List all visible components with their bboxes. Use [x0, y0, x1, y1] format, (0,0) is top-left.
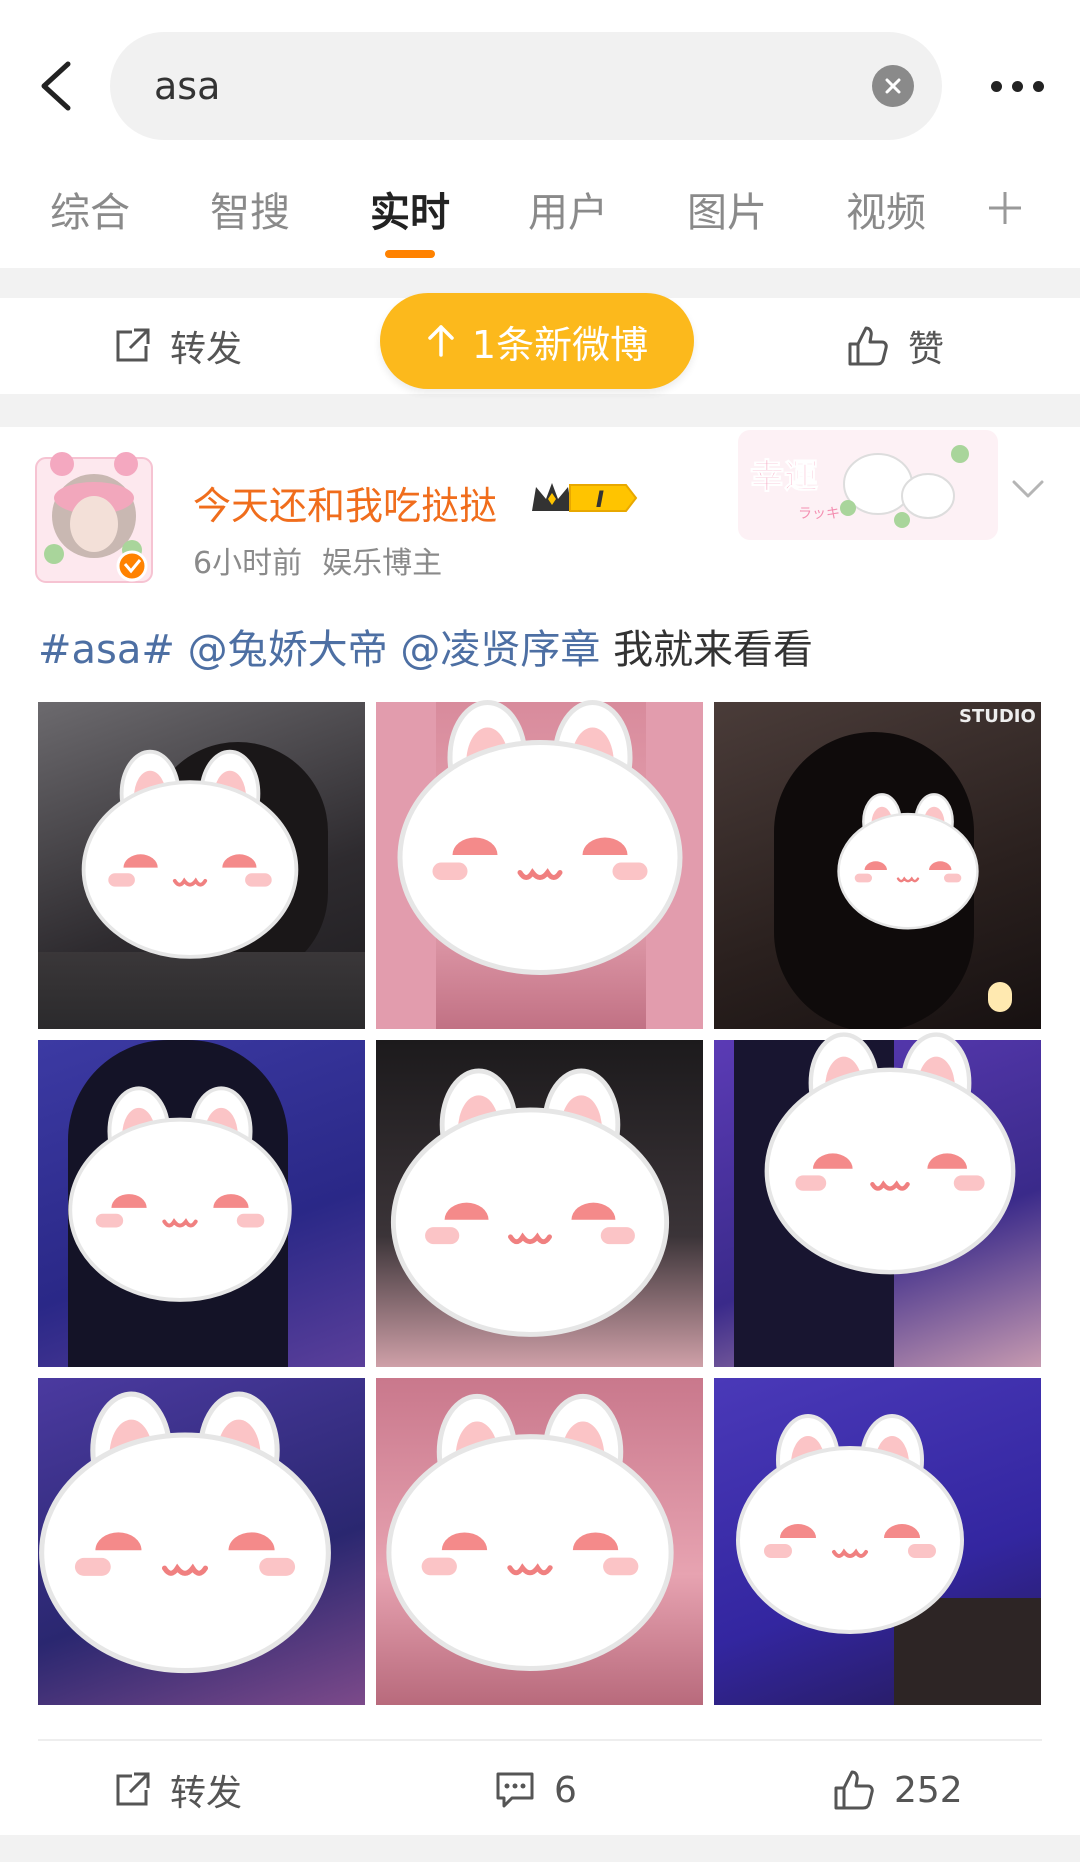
bunny-sticker-layer	[0, 0, 1080, 1862]
thumbs-up-icon	[834, 1770, 874, 1810]
bunny-sticker	[393, 1071, 666, 1335]
bunny-sticker	[389, 1396, 671, 1668]
repost-label: 转发	[170, 1773, 243, 1814]
comment-icon	[496, 1772, 534, 1808]
bunny-sticker	[400, 703, 680, 973]
bunny-sticker	[42, 1394, 329, 1670]
bunny-sticker	[736, 1414, 964, 1634]
like-button[interactable]: 252	[832, 1740, 963, 1840]
comment-button[interactable]: 6	[494, 1740, 577, 1840]
bunny-sticker	[68, 1086, 292, 1302]
bunny-sticker	[837, 793, 979, 930]
bunny-sticker	[81, 749, 299, 959]
repost-icon	[116, 1772, 150, 1806]
post-actions: 转发 6 252	[0, 1740, 1080, 1840]
like-count: 252	[894, 1769, 963, 1811]
repost-button[interactable]: 转发	[112, 1740, 242, 1840]
bunny-sticker	[767, 1035, 1013, 1273]
comment-count: 6	[554, 1769, 577, 1811]
